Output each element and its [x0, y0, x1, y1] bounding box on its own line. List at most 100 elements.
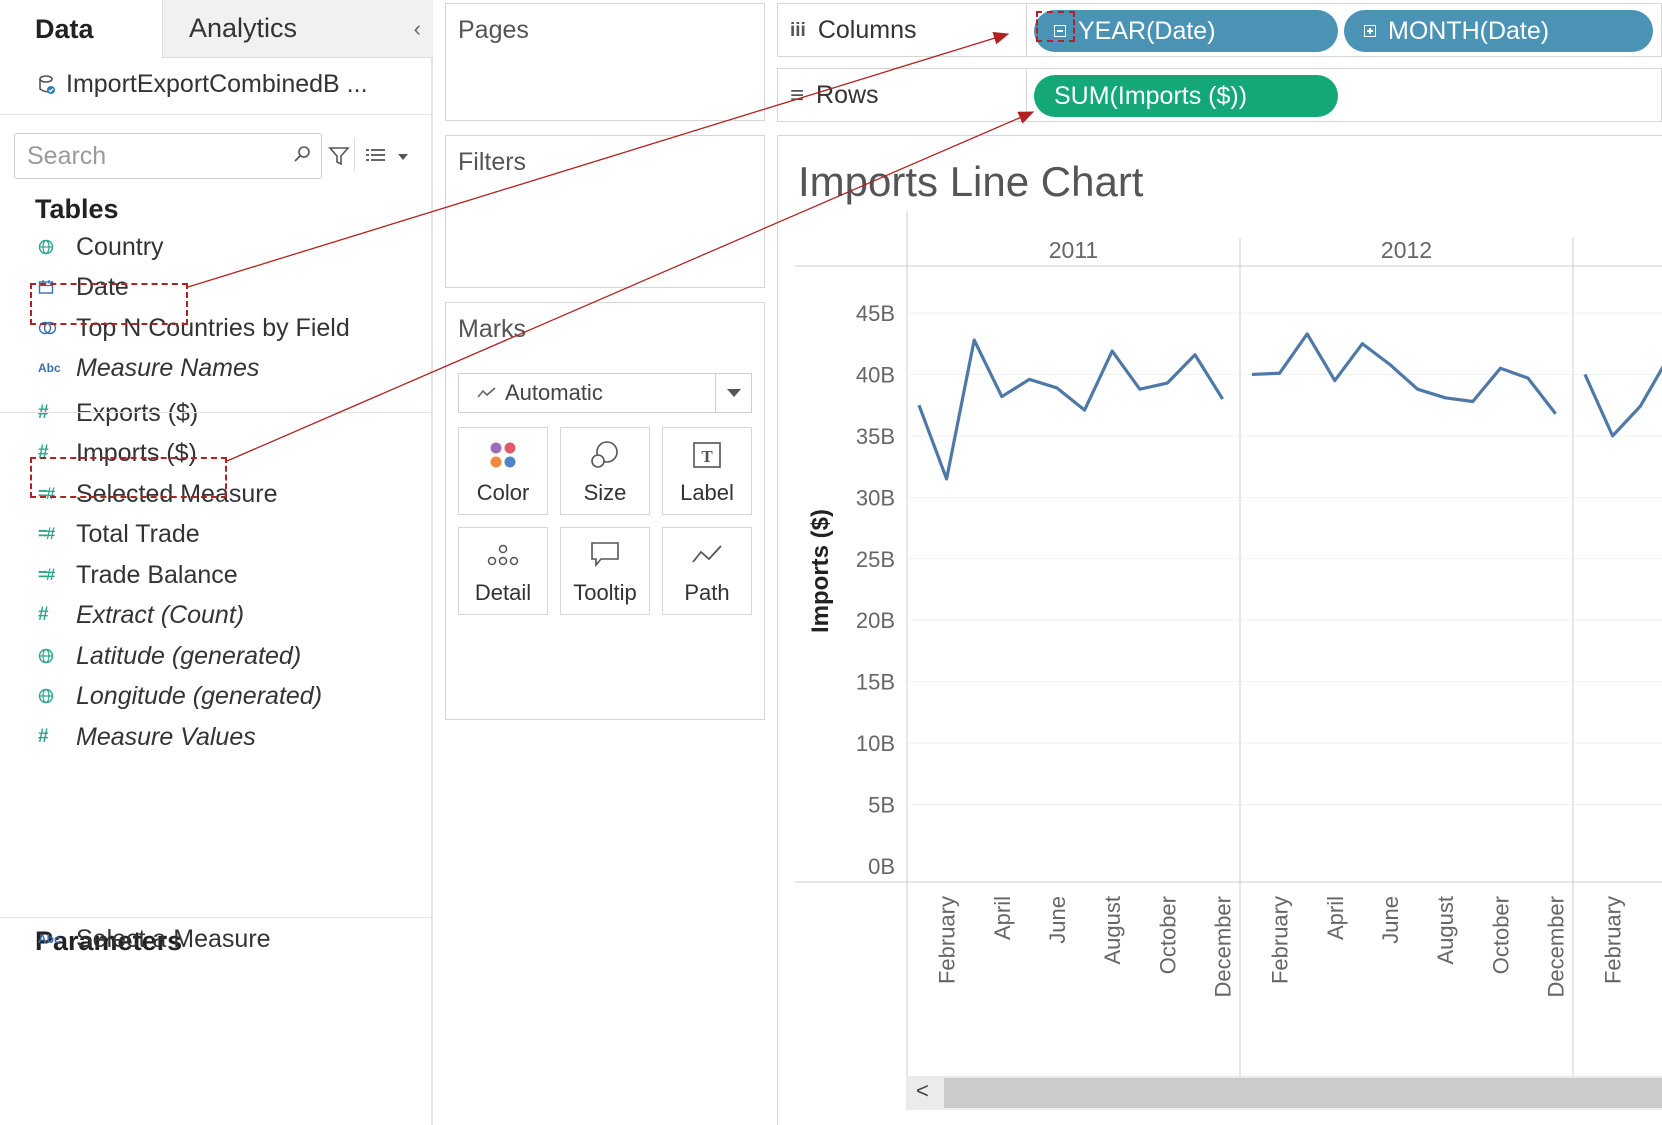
search-box[interactable] — [14, 133, 322, 179]
y-axis-label: Imports ($) — [807, 509, 834, 633]
mark-type-dropdown[interactable]: Automatic — [458, 373, 752, 413]
field-item-measure[interactable]: #Exports ($) — [38, 396, 198, 430]
tab-analytics[interactable]: Analytics — [162, 0, 433, 58]
scroll-thumb[interactable] — [944, 1078, 1662, 1108]
x-tick-label: October — [1488, 896, 1513, 974]
field-label: Latitude (generated) — [76, 641, 302, 670]
month-date-pill-label: MONTH(Date) — [1388, 16, 1550, 45]
scroll-left-icon[interactable]: < — [916, 1078, 929, 1104]
x-tick-label: December — [1211, 896, 1236, 997]
toolbar-separator — [354, 138, 355, 172]
tab-data[interactable]: Data — [0, 0, 162, 58]
size-icon — [591, 441, 618, 468]
color-button[interactable]: Color — [458, 427, 548, 515]
chevron-down-icon[interactable] — [398, 154, 408, 160]
shelf-separator — [1026, 69, 1027, 121]
field-label: Longitude (generated) — [76, 681, 323, 710]
field-label: Trade Balance — [76, 560, 238, 589]
tab-data-label: Data — [35, 13, 94, 44]
size-button-label: Size — [583, 480, 627, 505]
field-item-measure[interactable]: Longitude (generated) — [38, 679, 322, 713]
columns-icon: iii — [790, 19, 806, 41]
filters-card-title: Filters — [458, 148, 527, 176]
x-tick-label: October — [1155, 896, 1180, 974]
detail-button[interactable]: Detail — [458, 527, 548, 615]
month-date-pill[interactable]: MONTH(Date) — [1344, 10, 1653, 52]
date-highlight-box — [30, 283, 188, 325]
calc-hash-icon: =# — [38, 524, 55, 543]
imports-highlight-box — [30, 457, 227, 498]
field-label: Measure Values — [76, 722, 256, 751]
columns-shelf[interactable]: iii Columns YEAR(Date) MONTH(Date) — [777, 3, 1662, 57]
tables-heading: Tables — [35, 194, 119, 224]
y-tick-label: 20B — [856, 608, 895, 633]
field-item-dimension[interactable]: Abc Measure Names — [38, 351, 259, 385]
abc-icon: Abc — [38, 932, 61, 946]
x-tick-label: February — [935, 896, 960, 984]
field-item-measure[interactable]: =# Trade Balance — [38, 558, 238, 592]
y-tick-label: 40B — [856, 362, 895, 387]
label-button[interactable]: T Label — [662, 427, 752, 515]
field-label: Select a Measure — [76, 924, 271, 953]
sum-imports-pill[interactable]: SUM(Imports ($)) — [1034, 75, 1338, 117]
parameter-item[interactable]: Abc Select a Measure — [38, 922, 271, 956]
x-tick-label: June — [1378, 896, 1403, 944]
field-item-measure[interactable]: =# Total Trade — [38, 517, 200, 551]
field-item-measure[interactable]: # Measure Values — [38, 720, 256, 754]
datasource-item[interactable]: ImportExportCombinedB ... — [38, 70, 368, 99]
globe-icon — [38, 648, 76, 664]
rows-shelf-label: ≡ Rows — [790, 81, 879, 110]
hash-icon: # — [38, 402, 76, 424]
x-tick-label: August — [1433, 896, 1458, 965]
line-chart: 0B 5B 10B 15B 20B 25B 30B 35B 40B 45B Imports ($) 2… — [795, 211, 1662, 1076]
field-item-measure[interactable]: Latitude (generated) — [38, 639, 301, 673]
series-line — [1583, 365, 1662, 438]
field-label: Country — [76, 232, 164, 261]
data-pane: Data Analytics ‹ ImportExportCombinedB .… — [0, 0, 433, 1125]
rows-shelf[interactable]: ≡ Rows SUM(Imports ($)) — [777, 68, 1662, 122]
size-button[interactable]: Size — [560, 427, 650, 515]
hash-icon: # — [38, 726, 49, 747]
list-view-icon[interactable] — [366, 148, 386, 164]
chevron-down-icon[interactable] — [715, 374, 751, 412]
expand-icon[interactable] — [1364, 25, 1376, 37]
filter-icon[interactable] — [328, 145, 350, 167]
year-header: 2011 — [1049, 237, 1098, 263]
tab-analytics-label: Analytics — [189, 13, 298, 43]
x-tick-label: June — [1045, 896, 1070, 944]
path-button[interactable]: Path — [662, 527, 752, 615]
marks-card: Marks Automatic Color Size T Label Detai… — [445, 302, 765, 720]
chart-title: Imports Line Chart — [798, 158, 1144, 205]
color-icon — [490, 442, 516, 468]
sum-imports-pill-label: SUM(Imports ($)) — [1054, 81, 1248, 110]
divider — [0, 114, 433, 115]
line-mark-icon — [477, 387, 496, 398]
field-item-measure[interactable]: # Extract (Count) — [38, 598, 244, 632]
search-input[interactable] — [27, 141, 287, 171]
year-header: 2012 — [1381, 237, 1432, 263]
columns-shelf-label: iii Columns — [790, 16, 917, 45]
filters-card[interactable]: Filters — [445, 135, 765, 288]
year-date-pill-label: YEAR(Date) — [1078, 16, 1216, 45]
x-tick-label: April — [990, 896, 1015, 940]
y-tick-label: 35B — [856, 424, 895, 449]
tooltip-button-label: Tooltip — [573, 580, 637, 605]
x-tick-label: February — [1268, 896, 1293, 984]
year-date-pill[interactable]: YEAR(Date) — [1034, 10, 1338, 52]
pages-card[interactable]: Pages — [445, 3, 765, 121]
tooltip-button[interactable]: Tooltip — [560, 527, 650, 615]
x-tick-label: December — [1544, 896, 1569, 997]
field-label: Total Trade — [76, 519, 200, 548]
hash-icon: # — [38, 604, 49, 625]
y-tick-label: 0B — [868, 854, 895, 879]
search-icon[interactable] — [291, 144, 313, 166]
horizontal-scrollbar[interactable]: < — [906, 1076, 1662, 1110]
field-item-dimension[interactable]: Country — [38, 230, 164, 264]
field-label: Extract (Count) — [76, 600, 245, 629]
collapse-pane-button[interactable]: ‹ — [414, 16, 421, 42]
x-tick-label: April — [1323, 896, 1348, 940]
x-tick-label: August — [1100, 896, 1125, 965]
label-button-label: Label — [680, 480, 734, 505]
series-line — [917, 338, 1224, 481]
path-icon — [692, 545, 722, 563]
